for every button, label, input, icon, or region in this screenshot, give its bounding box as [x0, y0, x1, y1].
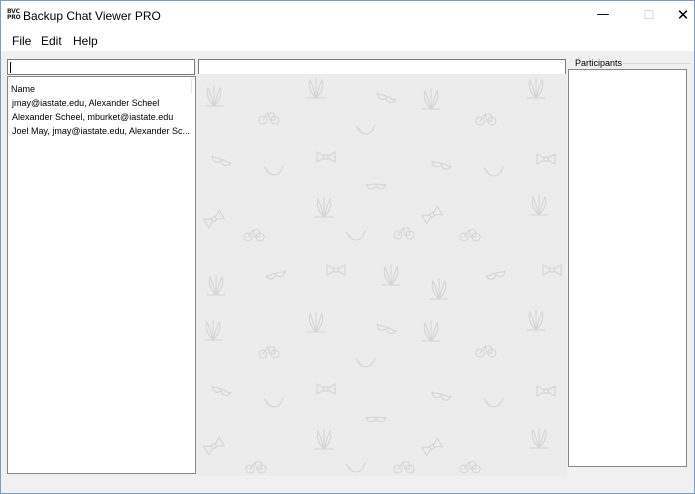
conversation-row[interactable]: jmay@iastate.edu, Alexander Scheel: [12, 98, 159, 108]
app-window: BVC PRO Backup Chat Viewer PRO — ☐ ✕ Fil…: [0, 0, 695, 494]
participants-label: Participants: [574, 58, 624, 68]
participants-group-border: [620, 63, 690, 64]
window-title: Backup Chat Viewer PRO: [23, 9, 161, 23]
maximize-button[interactable]: ☐: [626, 1, 672, 31]
app-logo-icon: BVC PRO: [7, 9, 21, 21]
text-caret: [10, 62, 11, 73]
close-button[interactable]: ✕: [672, 1, 694, 31]
column-divider[interactable]: [191, 79, 192, 93]
menu-bar: File Edit Help: [1, 31, 694, 51]
conversation-row[interactable]: Alexander Scheel, mburket@iastate.edu: [12, 112, 173, 122]
menu-edit[interactable]: Edit: [41, 34, 62, 48]
title-bar[interactable]: BVC PRO Backup Chat Viewer PRO — ☐ ✕: [1, 1, 694, 31]
conversation-search-input[interactable]: [7, 59, 195, 75]
conversation-list[interactable]: Name jmay@iastate.edu, Alexander Scheel …: [7, 76, 196, 474]
message-filter-input[interactable]: [198, 59, 566, 75]
menu-help[interactable]: Help: [73, 34, 98, 48]
participants-list[interactable]: [568, 69, 687, 467]
conversation-row[interactable]: Joel May, jmay@iastate.edu, Alexander Sc…: [12, 126, 190, 136]
menu-file[interactable]: File: [12, 34, 31, 48]
chat-background-pattern: [203, 77, 562, 474]
minimize-button[interactable]: —: [580, 1, 626, 31]
column-header-name[interactable]: Name: [11, 84, 35, 94]
app-logo-bottom: PRO: [7, 14, 21, 21]
chat-view[interactable]: [196, 74, 566, 476]
